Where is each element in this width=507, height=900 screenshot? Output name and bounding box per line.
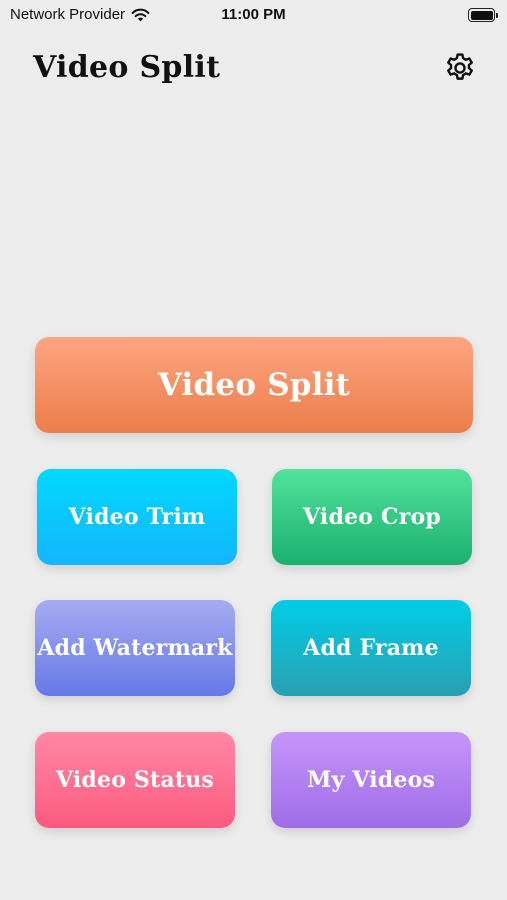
- video-split-button[interactable]: Video Split: [35, 337, 473, 433]
- add-watermark-button[interactable]: Add Watermark: [35, 600, 235, 696]
- battery-level: [470, 10, 493, 20]
- my-videos-button[interactable]: My Videos: [271, 732, 471, 828]
- gear-icon: [447, 53, 473, 80]
- video-trim-button[interactable]: Video Trim: [37, 469, 237, 565]
- status-time: 11:00 PM: [221, 6, 286, 23]
- battery-icon: [468, 8, 498, 22]
- status-bar: Network Provider 11:00 PM: [0, 0, 507, 32]
- page-title: Video Split: [33, 50, 221, 85]
- settings-button[interactable]: [441, 49, 479, 87]
- video-status-button[interactable]: Video Status: [35, 732, 235, 828]
- add-frame-button[interactable]: Add Frame: [271, 600, 471, 696]
- video-crop-button[interactable]: Video Crop: [272, 469, 472, 565]
